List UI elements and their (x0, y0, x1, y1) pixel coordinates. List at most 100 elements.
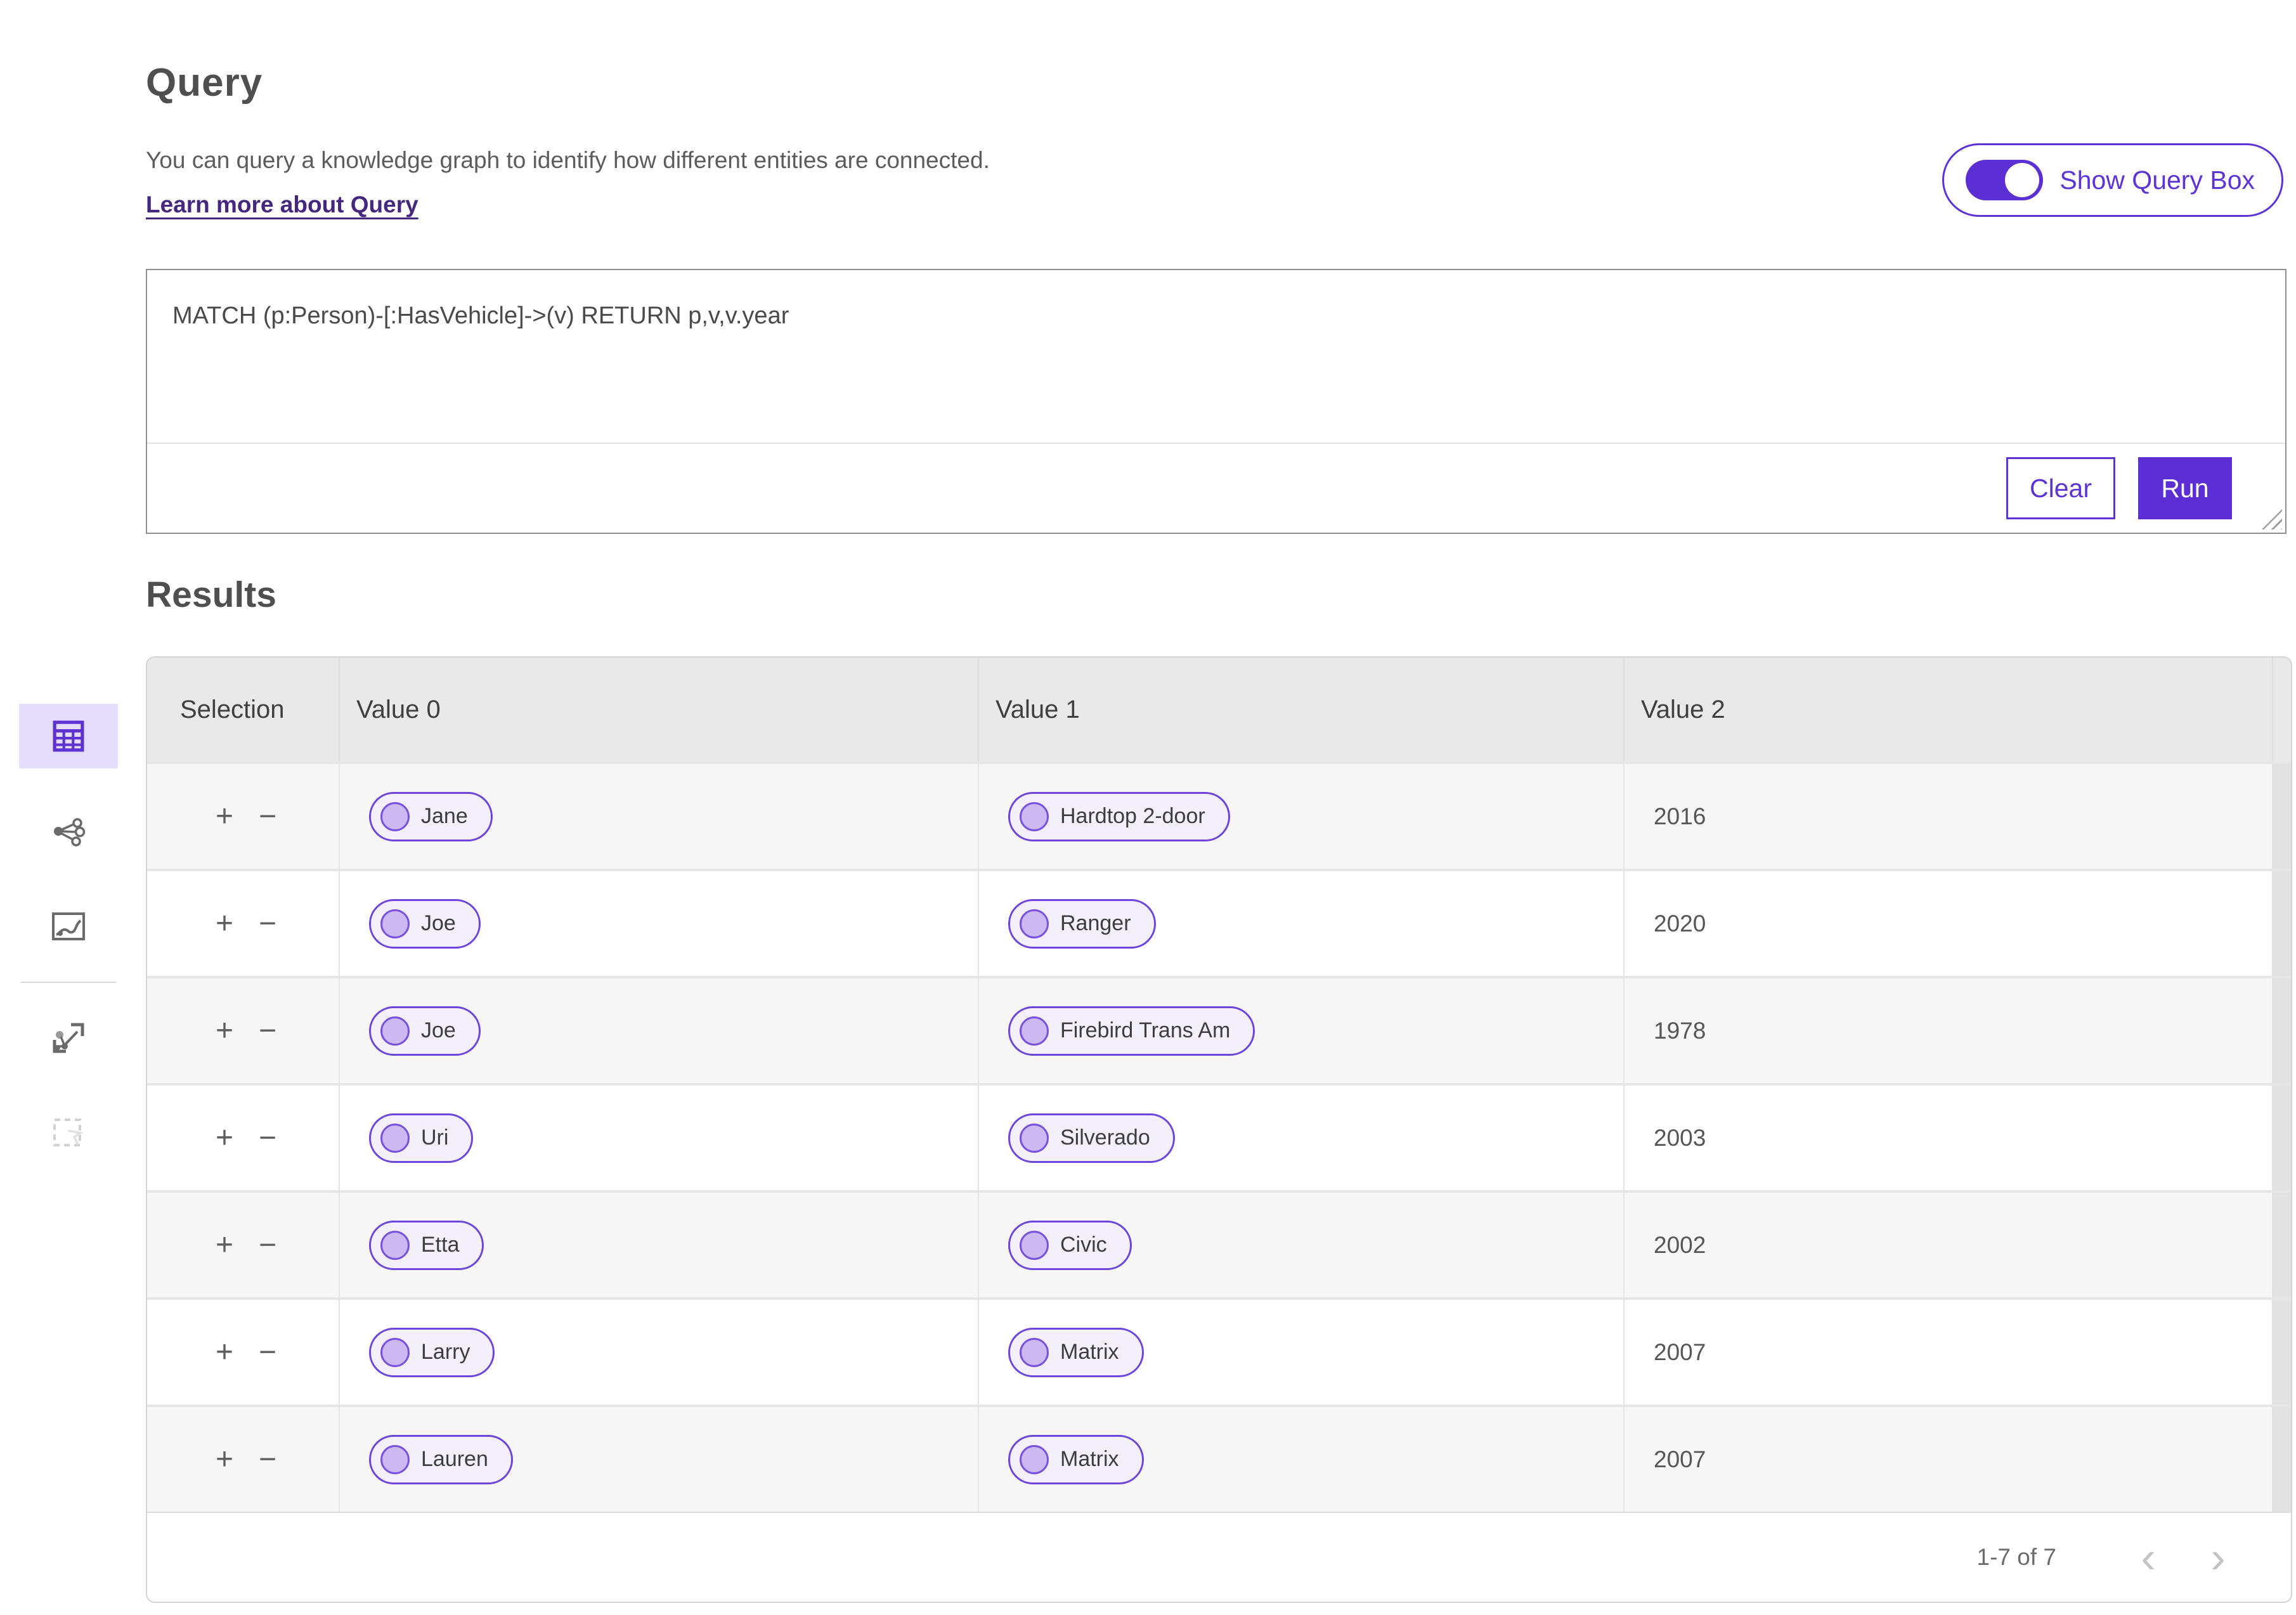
scrollbar-track[interactable] (2272, 976, 2291, 1083)
node-label: Uri (421, 1125, 449, 1150)
node-label: Matrix (1060, 1447, 1119, 1471)
show-query-box-toggle[interactable]: Show Query Box (1942, 143, 2283, 217)
table-row: + − Larry Matrix 2007 (147, 1297, 2291, 1404)
column-header-value0: Value 0 (339, 658, 978, 762)
node-pill[interactable]: Matrix (1008, 1434, 1144, 1484)
sidebar-item-select-region-view (19, 1101, 118, 1165)
network-graph-icon (52, 815, 85, 848)
sidebar-item-map-view[interactable] (19, 894, 118, 959)
sidebar-divider (21, 982, 116, 983)
toggle-label: Show Query Box (2059, 165, 2255, 195)
year-value: 2002 (1654, 1231, 1706, 1258)
toggle-knob (2005, 163, 2040, 197)
page-title: Query (146, 61, 263, 105)
node-circle-icon (380, 1230, 410, 1260)
node-pill[interactable]: Ranger (1008, 898, 1156, 949)
node-pill[interactable]: Silverado (1008, 1113, 1175, 1163)
scrollbar-track[interactable] (2272, 762, 2291, 869)
node-circle-icon (380, 909, 410, 938)
dashed-selection-icon (53, 1118, 84, 1148)
add-row-button[interactable]: + (216, 1337, 233, 1368)
node-pill[interactable]: Etta (369, 1220, 484, 1270)
node-label: Civic (1060, 1233, 1107, 1257)
run-button[interactable]: Run (2138, 457, 2232, 519)
pagination-next-icon[interactable]: › (2183, 1535, 2253, 1579)
node-label: Ranger (1060, 911, 1131, 935)
remove-row-button[interactable]: − (259, 1337, 276, 1368)
node-circle-icon (380, 801, 410, 831)
column-header-selection: Selection (147, 658, 339, 762)
add-row-button[interactable]: + (216, 1122, 233, 1153)
scrollbar-track[interactable] (2272, 869, 2291, 976)
remove-row-button[interactable]: − (259, 1015, 276, 1046)
node-circle-icon (1020, 801, 1049, 831)
node-circle-icon (1020, 1337, 1049, 1367)
node-label: Lauren (421, 1447, 488, 1471)
sidebar-item-expand-graph-view[interactable] (19, 1006, 118, 1070)
remove-row-button[interactable]: − (259, 801, 276, 832)
query-textarea[interactable]: MATCH (p:Person)-[:HasVehicle]->(v) RETU… (147, 270, 2285, 443)
node-circle-icon (1020, 1230, 1049, 1260)
node-label: Etta (421, 1233, 460, 1257)
node-pill[interactable]: Jane (369, 791, 493, 841)
table-row: + − Jane Hardtop 2-door 2016 (147, 762, 2291, 869)
year-value: 2016 (1654, 803, 1706, 829)
table-row: + − Etta Civic 2002 (147, 1190, 2291, 1297)
node-label: Matrix (1060, 1340, 1119, 1364)
add-row-button[interactable]: + (216, 1229, 233, 1261)
year-value: 2007 (1654, 1446, 1706, 1472)
node-label: Hardtop 2-door (1060, 804, 1205, 828)
results-table: Selection Value 0 Value 1 Value 2 + − Ja… (146, 656, 2292, 1603)
add-row-button[interactable]: + (216, 908, 233, 939)
query-footer: Clear Run (147, 443, 2285, 533)
scrollbar-track[interactable] (2272, 1297, 2291, 1404)
table-row: + − Uri Silverado 2003 (147, 1083, 2291, 1190)
table-row: + − Joe Firebird Trans Am 1978 (147, 976, 2291, 1083)
table-footer: 1-7 of 7 ‹ › (147, 1512, 2291, 1602)
scrollbar-track[interactable] (2272, 1404, 2291, 1512)
query-page: Query You can query a knowledge graph to… (0, 0, 2296, 1615)
node-pill[interactable]: Lauren (369, 1434, 513, 1484)
node-label: Jane (421, 804, 468, 828)
remove-row-button[interactable]: − (259, 908, 276, 939)
add-row-button[interactable]: + (216, 1015, 233, 1046)
scrollbar-header-spacer (2272, 658, 2291, 762)
node-pill[interactable]: Joe (369, 898, 481, 949)
node-label: Larry (421, 1340, 470, 1364)
add-row-button[interactable]: + (216, 801, 233, 832)
node-pill[interactable]: Larry (369, 1327, 495, 1377)
column-header-value2: Value 2 (1623, 658, 2272, 762)
query-panel: MATCH (p:Person)-[:HasVehicle]->(v) RETU… (146, 269, 2286, 534)
node-pill[interactable]: Firebird Trans Am (1008, 1006, 1255, 1056)
node-circle-icon (1020, 909, 1049, 938)
node-pill[interactable]: Civic (1008, 1220, 1132, 1270)
node-label: Silverado (1060, 1125, 1150, 1150)
remove-row-button[interactable]: − (259, 1229, 276, 1261)
pagination-prev-icon[interactable]: ‹ (2113, 1535, 2183, 1579)
node-pill[interactable]: Joe (369, 1006, 481, 1056)
node-pill[interactable]: Hardtop 2-door (1008, 791, 1230, 841)
learn-more-row: Learn more about Query (146, 191, 418, 218)
remove-row-button[interactable]: − (259, 1122, 276, 1153)
toggle-switch-icon[interactable] (1966, 160, 2044, 200)
view-sidebar (19, 704, 118, 1165)
table-icon (53, 720, 84, 752)
node-circle-icon (380, 1444, 410, 1474)
node-label: Joe (421, 911, 456, 935)
node-pill[interactable]: Uri (369, 1113, 474, 1163)
learn-more-link[interactable]: Learn more about Query (146, 191, 418, 217)
add-row-button[interactable]: + (216, 1444, 233, 1475)
node-circle-icon (380, 1337, 410, 1367)
year-value: 1978 (1654, 1017, 1706, 1044)
node-pill[interactable]: Matrix (1008, 1327, 1144, 1377)
year-value: 2020 (1654, 910, 1706, 937)
scrollbar-track[interactable] (2272, 1083, 2291, 1190)
year-value: 2007 (1654, 1339, 1706, 1365)
remove-row-button[interactable]: − (259, 1444, 276, 1475)
scrollbar-track[interactable] (2272, 1190, 2291, 1297)
sidebar-item-table-view[interactable] (19, 704, 118, 769)
sidebar-item-graph-view[interactable] (19, 799, 118, 864)
clear-button[interactable]: Clear (2006, 457, 2115, 519)
node-circle-icon (380, 1016, 410, 1046)
column-header-value1: Value 1 (978, 658, 1623, 762)
